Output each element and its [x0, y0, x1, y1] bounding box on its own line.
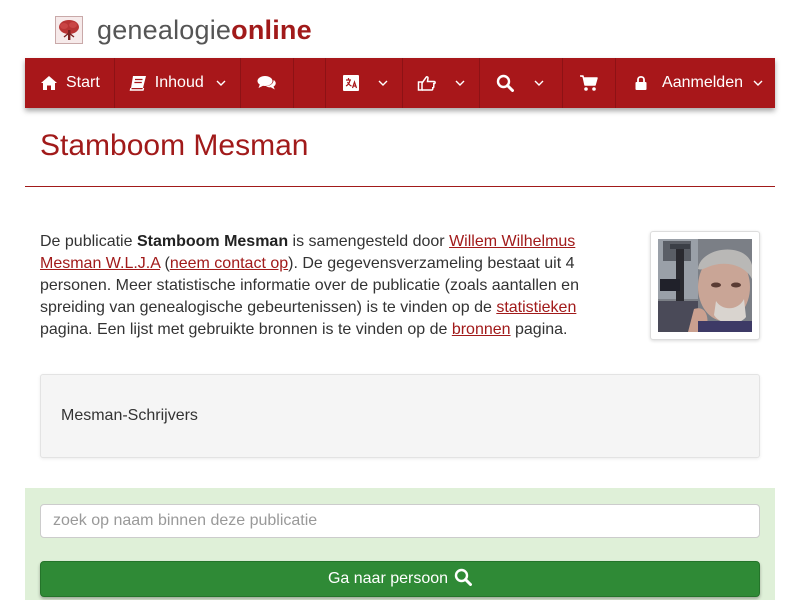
intro-text: pagina. Een lijst met gebruikte bronnen … [40, 321, 452, 338]
main-navbar: Start Inhoud Aanmelden [25, 58, 775, 108]
chevron-down-icon [534, 80, 544, 86]
home-icon [40, 75, 58, 91]
page-title: Stamboom Mesman [40, 129, 309, 162]
publication-description: De publicatie Stamboom Mesman is samenge… [40, 231, 600, 341]
author-photo [658, 239, 752, 332]
intro-text: pagina. [510, 321, 568, 338]
chevron-down-icon [455, 80, 465, 86]
nav-inhoud-label: Inhoud [154, 74, 204, 91]
book-icon [129, 75, 147, 91]
note-text: Mesman-Schrijvers [61, 407, 198, 424]
chevron-down-icon [753, 80, 763, 86]
language-icon [342, 74, 360, 92]
author-avatar[interactable] [650, 231, 760, 340]
person-search-input[interactable] [40, 504, 760, 538]
nav-start-label: Start [66, 74, 100, 91]
sources-link[interactable]: bronnen [452, 321, 511, 338]
nav-login[interactable]: Aanmelden [616, 58, 775, 108]
site-logo[interactable]: genealogieonline [55, 14, 312, 46]
publication-name: Stamboom Mesman [136, 233, 289, 250]
nav-cart[interactable] [563, 58, 617, 108]
intro-text: De publicatie [40, 233, 137, 250]
go-to-person-button[interactable]: Ga naar persoon [40, 561, 760, 597]
search-icon [496, 74, 515, 92]
nav-search[interactable] [480, 58, 564, 108]
comments-icon [257, 75, 277, 91]
search-icon [454, 568, 473, 591]
nav-forum[interactable] [241, 58, 294, 108]
chevron-down-icon [378, 80, 388, 86]
go-to-person-label: Ga naar persoon [327, 570, 449, 587]
title-divider [25, 186, 775, 187]
nav-spacer [294, 58, 327, 108]
nav-language[interactable] [326, 58, 404, 108]
publication-note: Mesman-Schrijvers [40, 374, 760, 458]
nav-login-label: Aanmelden [662, 74, 743, 91]
tree-icon [55, 16, 83, 44]
nav-start[interactable]: Start [25, 58, 115, 108]
lock-icon [634, 75, 648, 91]
intro-text: is samengesteld door [288, 233, 450, 250]
nav-inhoud[interactable]: Inhoud [115, 58, 241, 108]
chevron-down-icon [216, 80, 226, 86]
intro-text: ( [160, 255, 170, 272]
person-search-panel: Ga naar persoon [25, 488, 775, 600]
thumbs-up-icon [417, 75, 437, 91]
statistics-link[interactable]: statistieken [496, 299, 576, 316]
nav-share[interactable] [403, 58, 481, 108]
logo-text: genealogieonline [97, 14, 312, 45]
cart-icon [579, 74, 599, 92]
contact-link[interactable]: neem contact op [170, 255, 288, 272]
